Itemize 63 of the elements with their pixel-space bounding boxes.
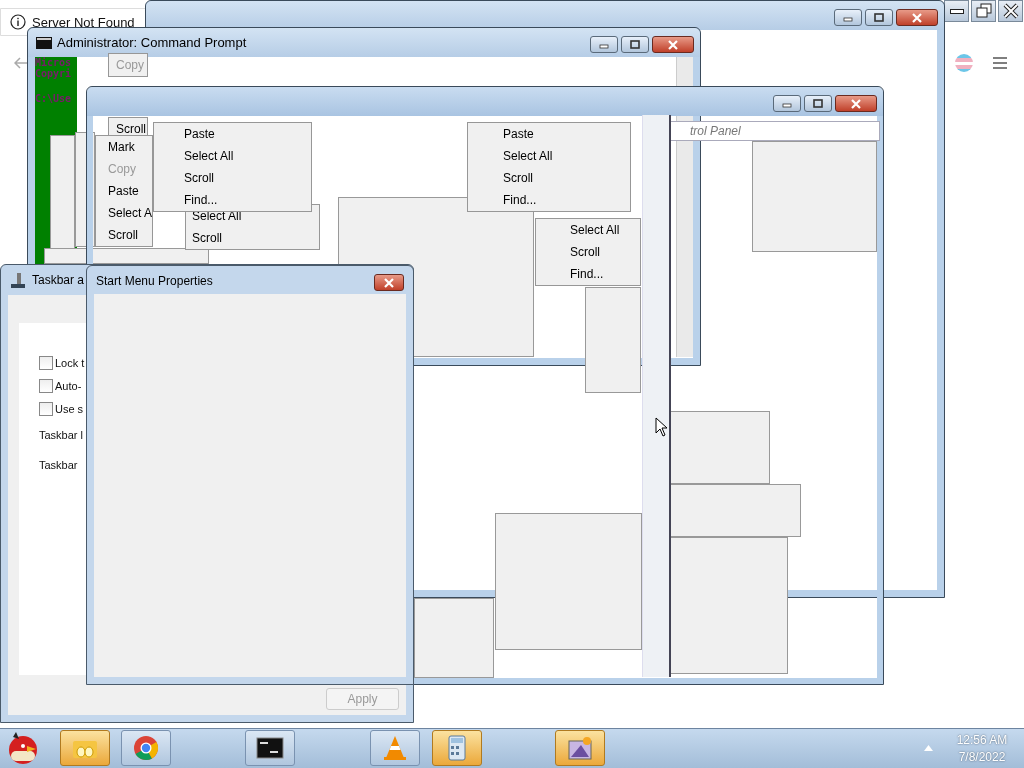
close-icon <box>850 98 862 109</box>
checkbox[interactable] <box>39 378 53 393</box>
close-button[interactable] <box>998 0 1023 22</box>
circle-logo-icon <box>131 733 161 763</box>
close-button[interactable] <box>896 9 938 26</box>
maximize-icon <box>629 39 641 50</box>
checkbox[interactable] <box>39 355 53 370</box>
console-icon <box>36 36 52 49</box>
console-text: Copyri <box>35 68 73 79</box>
checkbox[interactable] <box>39 401 53 416</box>
close-button[interactable] <box>652 36 694 53</box>
maximize-button[interactable] <box>804 95 832 112</box>
close-icon <box>667 39 679 50</box>
menu-item[interactable]: Mark <box>108 136 152 158</box>
taskbar-icon <box>10 272 26 288</box>
maximize-button[interactable] <box>865 9 893 26</box>
close-button[interactable] <box>835 95 877 112</box>
maximize-icon <box>812 98 824 109</box>
menu-item[interactable]: Select All <box>184 145 311 167</box>
menu-item[interactable]: Paste <box>503 123 630 145</box>
menu-item[interactable]: Find... <box>184 189 311 211</box>
clock-time: 12:56 AM <box>956 732 1008 749</box>
field-label: Taskbar l <box>39 428 85 443</box>
maximize-button[interactable] <box>621 36 649 53</box>
menu-item[interactable]: Scroll <box>503 167 630 189</box>
menu-item[interactable]: Find... <box>503 189 630 211</box>
console-text: Micros <box>35 57 73 68</box>
menu-item[interactable]: Paste <box>184 123 311 145</box>
minimize-icon <box>949 8 964 14</box>
maximize-icon <box>873 12 885 23</box>
close-icon <box>383 277 395 288</box>
restore-button[interactable] <box>971 0 996 22</box>
menu-item[interactable]: Select All <box>570 219 640 241</box>
close-button[interactable] <box>374 274 404 291</box>
taskbar-button[interactable] <box>245 730 295 766</box>
menu-item[interactable]: Scroll <box>108 224 152 246</box>
menu-item[interactable]: Scroll <box>192 227 319 249</box>
address-bar[interactable]: trol Panel <box>668 121 880 141</box>
cursor-icon <box>655 417 669 437</box>
info-icon <box>10 14 26 30</box>
checkbox-label: Use s <box>55 402 84 415</box>
scrollbar[interactable] <box>642 115 671 677</box>
menu-item[interactable]: Select All <box>503 145 630 167</box>
notice-text: Server Not Found <box>32 14 135 30</box>
minimize-button[interactable] <box>944 0 969 22</box>
menu-item[interactable]: Select A <box>108 202 152 224</box>
clock-date: 7/8/2022 <box>958 749 1006 766</box>
checkbox-label: Lock t <box>55 356 85 369</box>
restore-icon <box>975 3 992 19</box>
menu-icon[interactable] <box>993 57 1007 69</box>
menu-item[interactable]: Find... <box>570 263 640 285</box>
menu-item[interactable]: Paste <box>108 180 152 202</box>
close-icon <box>911 12 923 23</box>
field-label: Taskbar <box>39 458 79 473</box>
checkbox-label: Auto- <box>55 379 82 392</box>
window-title: Taskbar a <box>32 273 85 287</box>
menu-item[interactable]: Scroll <box>570 241 640 263</box>
window-title: Administrator: Command Prompt <box>57 35 247 50</box>
menu-item[interactable]: Scroll <box>184 167 311 189</box>
back-icon[interactable] <box>14 57 28 69</box>
close-icon <box>1002 3 1019 19</box>
window-title: Start Menu Properties <box>96 274 213 288</box>
console-text: C:\Use <box>35 93 73 104</box>
